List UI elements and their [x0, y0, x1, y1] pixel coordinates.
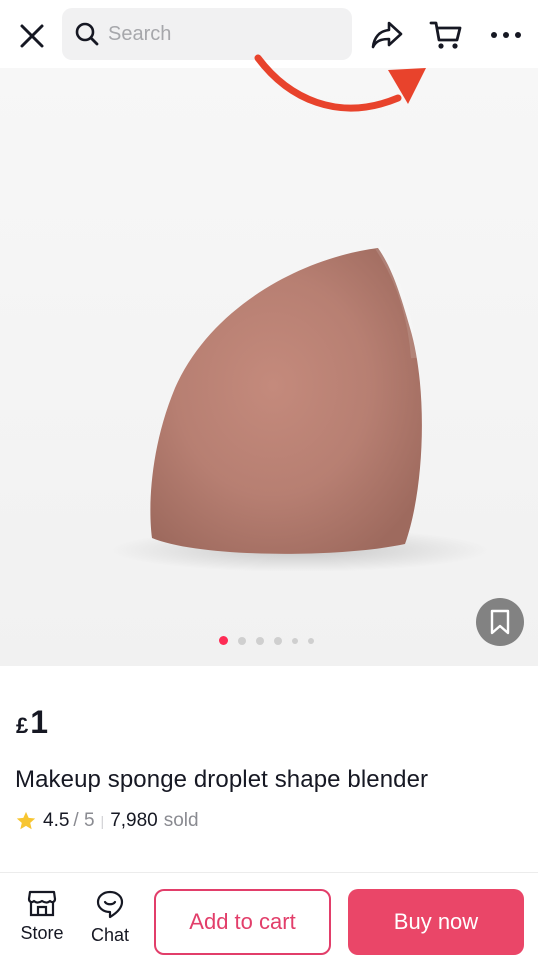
pagination-dot: [292, 637, 298, 644]
pagination-dot: [256, 636, 264, 645]
rating-scale: / 5: [73, 810, 95, 831]
close-icon: [20, 24, 44, 48]
price: £ 1: [16, 704, 48, 741]
top-bar: [0, 0, 538, 68]
cart-button[interactable]: [424, 14, 468, 56]
store-button[interactable]: Store: [16, 889, 68, 944]
bookmark-icon: [490, 609, 510, 635]
product-title: Makeup sponge droplet shape blender: [15, 766, 429, 793]
search-input[interactable]: [108, 22, 348, 46]
pagination-dot: [274, 636, 282, 645]
more-icon: [491, 32, 521, 38]
search-icon: [75, 22, 99, 46]
more-options-button[interactable]: [484, 14, 528, 56]
star-icon: [16, 811, 36, 830]
store-icon: [27, 890, 57, 917]
divider: |: [100, 813, 105, 829]
save-button[interactable]: [476, 598, 524, 646]
sold-label: sold: [163, 810, 199, 831]
pagination-dot: [238, 636, 246, 645]
product-stats: 4.5 / 5 | 7,980 sold: [15, 810, 199, 832]
product-image: [110, 246, 490, 572]
price-amount: 1: [30, 704, 49, 740]
chat-icon: [96, 890, 124, 919]
search-bar[interactable]: [62, 8, 352, 60]
rating-value: 4.5: [43, 810, 70, 831]
image-pagination: [219, 636, 314, 645]
product-image-gallery[interactable]: [0, 68, 538, 666]
currency-symbol: £: [16, 713, 29, 738]
sold-count: 7,980: [110, 810, 158, 831]
store-label: Store: [20, 923, 64, 943]
pagination-dot: [219, 636, 228, 645]
chat-button[interactable]: Chat: [86, 889, 134, 946]
chat-label: Chat: [90, 925, 130, 945]
bottom-action-bar: Store Chat Add to cart Buy now: [0, 872, 538, 956]
add-to-cart-button[interactable]: Add to cart: [154, 889, 331, 955]
share-button[interactable]: [366, 14, 408, 56]
pagination-dot: [308, 637, 314, 644]
cart-icon: [429, 21, 462, 49]
close-button[interactable]: [12, 16, 52, 56]
buy-now-button[interactable]: Buy now: [348, 889, 524, 955]
share-icon: [371, 21, 403, 49]
